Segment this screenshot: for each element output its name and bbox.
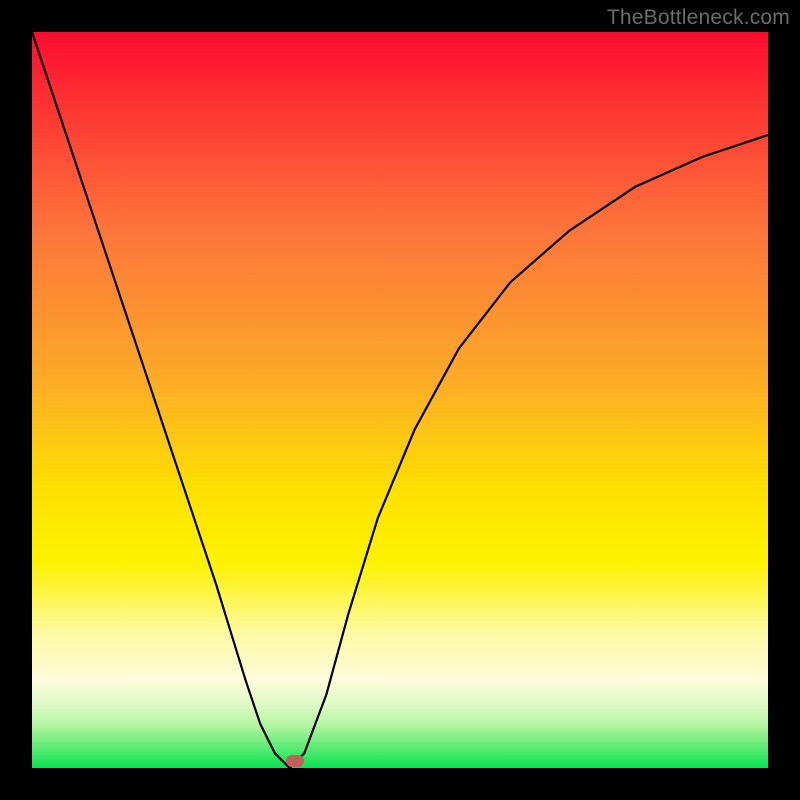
watermark-text: TheBottleneck.com bbox=[607, 6, 790, 30]
curve-svg bbox=[32, 32, 768, 768]
bottleneck-curve-path bbox=[32, 32, 768, 768]
bottleneck-plot bbox=[32, 32, 768, 768]
optimum-marker bbox=[286, 755, 304, 767]
